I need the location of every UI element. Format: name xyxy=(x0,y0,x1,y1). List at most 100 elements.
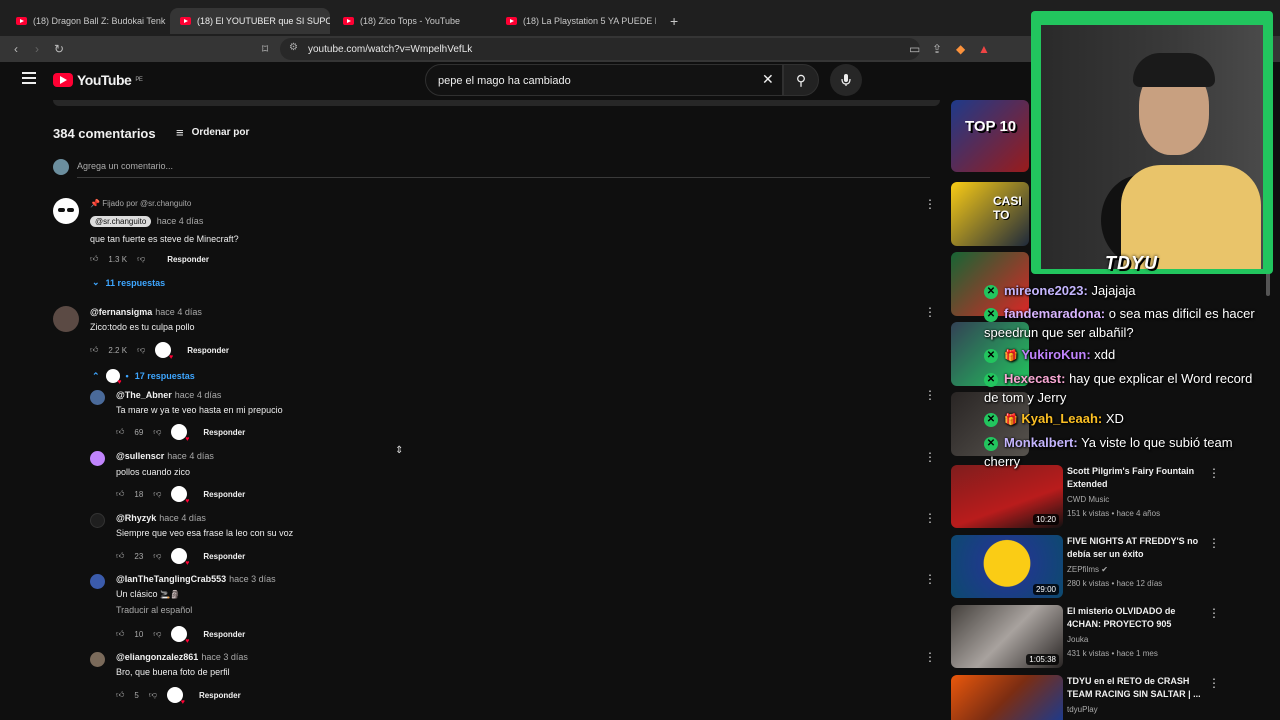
video-channel[interactable]: ZEPfilms ✔ xyxy=(1067,565,1108,574)
reply-button[interactable]: Responder xyxy=(203,552,245,561)
video-menu-icon[interactable]: ⋮ xyxy=(1208,607,1220,619)
reply-menu-icon[interactable]: ⋮ xyxy=(924,651,936,663)
comment-avatar[interactable] xyxy=(53,198,79,224)
video-meta: 280 k vistas • hace 12 días xyxy=(1067,579,1163,588)
sidebar-scrollbar[interactable] xyxy=(1266,272,1270,296)
brave-shield-icon[interactable]: ◆ xyxy=(956,41,965,57)
chevron-down-icon: ⌄ xyxy=(92,277,100,287)
forward-icon[interactable]: › xyxy=(35,41,39,57)
video-channel[interactable]: tdyuPlay xyxy=(1067,705,1098,714)
share-icon[interactable]: ⇪ xyxy=(932,41,942,57)
reply-menu-icon[interactable]: ⋮ xyxy=(924,512,936,524)
voice-search-button[interactable] xyxy=(830,64,862,96)
replies-toggle[interactable]: ⌃•17 respuestas xyxy=(92,369,195,386)
search-button[interactable]: ⚲ xyxy=(783,64,819,96)
clear-search-icon[interactable]: ✕ xyxy=(762,71,774,88)
chevron-up-icon: ⌃ xyxy=(92,370,100,381)
my-avatar xyxy=(53,159,69,175)
dislike-icon[interactable]: 👎︎ xyxy=(137,345,145,355)
creator-heart-icon xyxy=(171,486,189,505)
reply-button[interactable]: Responder xyxy=(167,255,209,264)
creator-heart-icon xyxy=(166,687,185,706)
comment-menu-icon[interactable]: ⋮ xyxy=(924,198,936,210)
sort-button[interactable]: ≡ Ordenar por xyxy=(176,125,249,140)
video-title[interactable]: FIVE NIGHTS AT FREDDY'S no debía ser un … xyxy=(1067,535,1207,561)
reply-button[interactable]: Responder xyxy=(203,630,245,639)
like-icon[interactable]: 👍︎ xyxy=(116,629,124,639)
bookmark-icon[interactable]: ⌑ xyxy=(262,41,268,57)
search-input[interactable]: pepe el mago ha cambiado xyxy=(425,64,783,96)
menu-icon[interactable] xyxy=(22,72,36,84)
video-menu-icon[interactable]: ⋮ xyxy=(1208,677,1220,689)
new-tab-button[interactable]: + xyxy=(660,8,688,34)
chat-message: ✕ 🎁 Kyah_Leaah: XD xyxy=(984,409,1124,430)
dislike-icon[interactable]: 👎︎ xyxy=(153,551,161,561)
reply-header: @The_Abner hace 4 días xyxy=(116,390,222,400)
like-icon[interactable]: 👍︎ xyxy=(116,489,124,499)
youtube-logo[interactable]: YouTube PE xyxy=(53,72,143,88)
site-info-icon[interactable]: ⚙ xyxy=(289,42,298,53)
comment-avatar[interactable] xyxy=(53,306,79,332)
reply-avatar[interactable] xyxy=(90,451,105,466)
comment-menu-icon[interactable]: ⋮ xyxy=(924,306,936,318)
tab-zico-tops[interactable]: (18) Zico Tops - YouTube xyxy=(333,8,493,34)
video-channel[interactable]: CWD Music xyxy=(1067,495,1109,504)
video-menu-icon[interactable]: ⋮ xyxy=(1208,537,1220,549)
reply-button[interactable]: Responder xyxy=(187,346,229,355)
webcam-feed xyxy=(1041,25,1263,269)
video-thumbnail[interactable]: 10:20 xyxy=(951,465,1063,528)
video-thumbnail[interactable]: 29:00 xyxy=(951,535,1063,598)
dislike-icon[interactable]: 👎︎ xyxy=(149,690,157,700)
like-icon[interactable]: 👍︎ xyxy=(90,345,98,355)
like-icon[interactable]: 👍︎ xyxy=(90,254,98,264)
add-comment-input[interactable]: Agrega un comentario... xyxy=(77,161,930,178)
sub-badge-icon: 🎁 xyxy=(1004,350,1018,362)
video-thumbnail[interactable]: TOP 10 xyxy=(951,100,1029,172)
reply-avatar[interactable] xyxy=(90,652,105,667)
address-bar[interactable]: ⚙ youtube.com/watch?v=WmpelhVefLk xyxy=(280,38,920,60)
reply-menu-icon[interactable]: ⋮ xyxy=(924,573,936,585)
reply-menu-icon[interactable]: ⋮ xyxy=(924,451,936,463)
reply-button[interactable]: Responder xyxy=(199,691,241,700)
translate-link[interactable]: Traducir al español xyxy=(116,605,192,615)
dislike-icon[interactable]: 👎︎ xyxy=(153,427,161,437)
youtube-favicon-icon xyxy=(343,17,354,25)
reload-icon[interactable]: ↻ xyxy=(54,41,64,57)
reply-button[interactable]: Responder xyxy=(203,428,245,437)
like-icon[interactable]: 👍︎ xyxy=(116,551,124,561)
replies-toggle[interactable]: ⌄ 11 respuestas xyxy=(92,277,165,288)
reply-avatar[interactable] xyxy=(90,574,105,589)
cast-icon[interactable]: ▭ xyxy=(909,41,920,57)
dislike-icon[interactable]: 👎︎ xyxy=(153,489,161,499)
reply-header: @sullenscr hace 4 días xyxy=(116,451,214,461)
chat-message: ✕ Monkalbert: Ya viste lo que subió team … xyxy=(984,435,1233,469)
rewards-icon[interactable]: ▲ xyxy=(978,41,990,57)
video-channel[interactable]: Jouka xyxy=(1067,635,1088,644)
reply-button[interactable]: Responder xyxy=(203,490,245,499)
video-title[interactable]: TDYU en el RETO de CRASH TEAM RACING SIN… xyxy=(1067,675,1207,701)
youtube-favicon-icon xyxy=(180,17,191,25)
reply-text: Siempre que veo esa frase la leo con su … xyxy=(116,528,294,538)
reply-avatar[interactable] xyxy=(90,513,105,528)
video-thumbnail[interactable]: CASI TO xyxy=(951,182,1029,246)
chat-message: ✕ fandemaradona: o sea mas dificil es hac… xyxy=(984,306,1255,340)
tab-youtuber-active[interactable]: (18) El YOUTUBER que SI SUPO✕ xyxy=(170,8,330,34)
like-icon[interactable]: 👍︎ xyxy=(116,690,124,700)
like-icon[interactable]: 👍︎ xyxy=(116,427,124,437)
reply-header: @IanTheTanglingCrab553 hace 3 días xyxy=(116,574,276,584)
video-title[interactable]: El misterio OLVIDADO de 4CHAN: PROYECTO … xyxy=(1067,605,1207,631)
video-thumbnail[interactable]: 1:05:38 xyxy=(951,605,1063,668)
dislike-icon[interactable]: 👎︎ xyxy=(137,254,145,264)
search-icon: ⚲ xyxy=(795,71,807,88)
creator-handle-badge[interactable]: @sr.changuito xyxy=(90,216,152,227)
chat-message: ✕ 🎁 YukiroKun: xdd xyxy=(984,345,1115,366)
tab-playstation[interactable]: (18) La Playstation 5 YA PUEDE EMUL xyxy=(496,8,656,34)
back-icon[interactable]: ‹ xyxy=(14,41,18,57)
dislike-icon[interactable]: 👎︎ xyxy=(153,629,161,639)
tab-dragon-ball[interactable]: (18) Dragon Ball Z: Budokai Tenk xyxy=(6,8,166,34)
pin-icon: 📌 xyxy=(90,199,100,208)
emoji-icon: 🚬🗿 xyxy=(160,590,180,599)
reply-menu-icon[interactable]: ⋮ xyxy=(924,389,936,401)
video-thumbnail[interactable] xyxy=(951,675,1063,720)
reply-avatar[interactable] xyxy=(90,390,105,405)
